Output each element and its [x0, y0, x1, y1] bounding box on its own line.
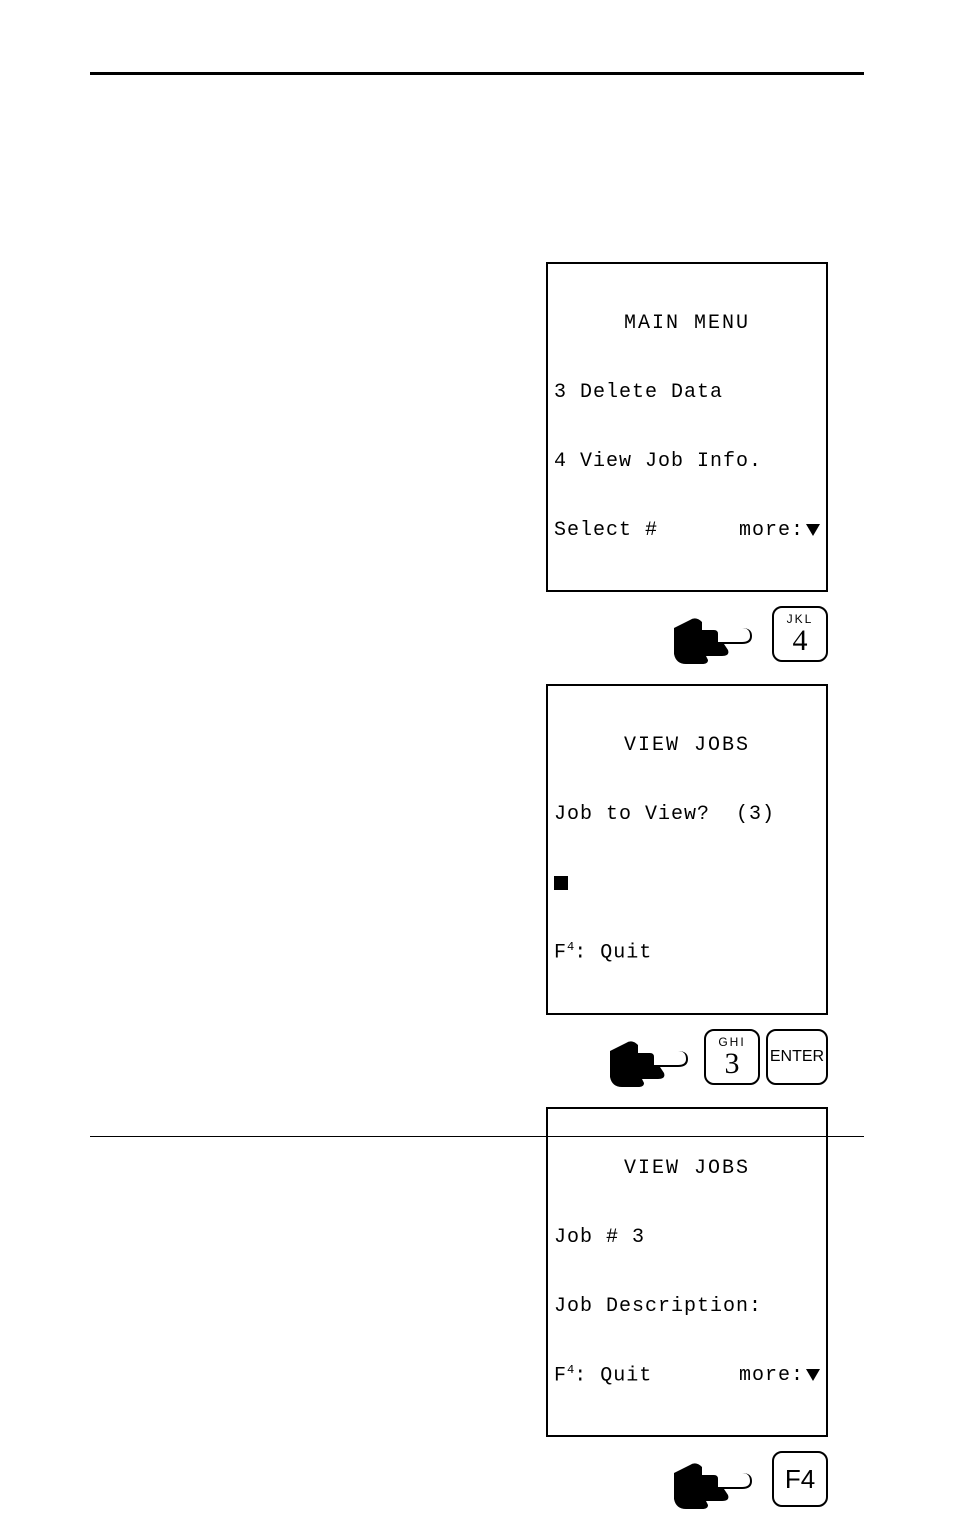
screen3-line1: Job # 3 — [554, 1226, 820, 1249]
screen3-quit: F4: Quit — [554, 1364, 652, 1388]
screen3-title: VIEW JOBS — [554, 1157, 820, 1180]
key-3-primary: 3 — [706, 1047, 758, 1081]
lcd-screen-view-jobs-prompt: VIEW JOBS Job to View? (3) F4: Quit — [546, 684, 828, 1015]
top-rule — [90, 72, 864, 75]
screen2-quit: F4: Quit — [554, 941, 820, 965]
key-4-button[interactable]: JKL 4 — [772, 606, 828, 662]
screen1-title: MAIN MENU — [554, 312, 820, 335]
key-enter-label: ENTER — [770, 1048, 824, 1066]
press-key-f4-row: F4 — [546, 1451, 828, 1515]
screen2-line1: Job to View? (3) — [554, 803, 820, 826]
screen1-line2: 4 View Job Info. — [554, 450, 820, 473]
press-key-4-row: JKL 4 — [546, 606, 828, 670]
screen1-prompt-left: Select # — [554, 519, 658, 542]
key-f4-label: F4 — [785, 1464, 815, 1495]
screen1-line1: 3 Delete Data — [554, 381, 820, 404]
key-3-button[interactable]: GHI 3 — [704, 1029, 760, 1085]
screen3-line2: Job Description: — [554, 1295, 820, 1318]
screen2-title: VIEW JOBS — [554, 734, 820, 757]
press-key-3-enter-row: GHI 3 ENTER — [546, 1029, 828, 1093]
down-arrow-icon — [806, 524, 820, 536]
key-4-primary: 4 — [774, 624, 826, 658]
down-arrow-icon — [806, 1369, 820, 1381]
key-f4-button[interactable]: F4 — [772, 1451, 828, 1507]
screen2-cursor-line — [554, 872, 820, 895]
right-column: MAIN MENU 3 Delete Data 4 View Job Info.… — [546, 262, 828, 1529]
lcd-screen-main-menu: MAIN MENU 3 Delete Data 4 View Job Info.… — [546, 262, 828, 592]
lcd-screen-view-jobs-result: VIEW JOBS Job # 3 Job Description: F4: Q… — [546, 1107, 828, 1438]
pointing-hand-icon — [672, 1455, 758, 1511]
pointing-hand-icon — [608, 1033, 694, 1089]
screen1-prompt-right: more: — [739, 519, 820, 542]
pointing-hand-icon — [672, 610, 758, 666]
key-enter-button[interactable]: ENTER — [766, 1029, 828, 1085]
screen3-more: more: — [739, 1364, 820, 1387]
cursor-icon — [554, 876, 568, 890]
